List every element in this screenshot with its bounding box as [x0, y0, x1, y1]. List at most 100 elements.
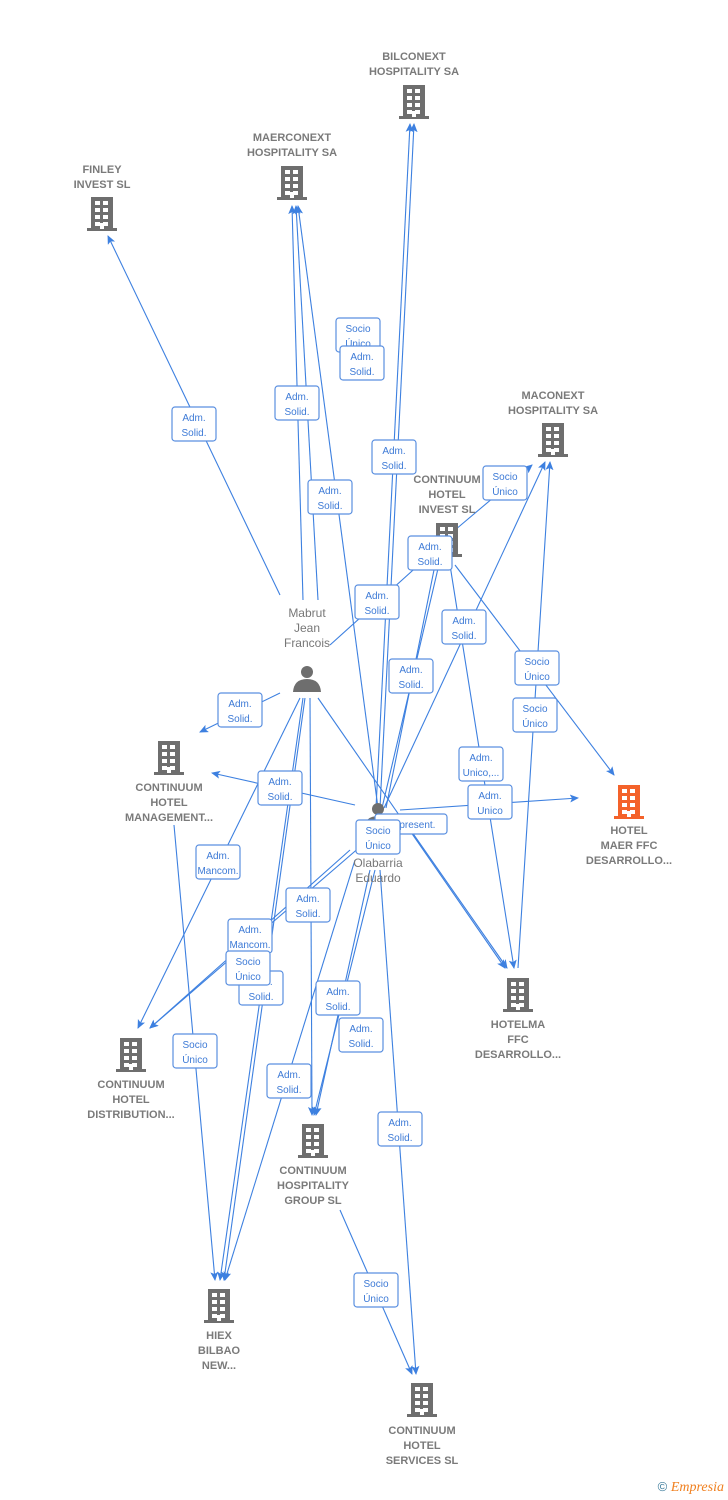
node-label: BILBAO [198, 1345, 241, 1357]
node-label: MAERCONEXT [253, 132, 332, 144]
edge-label[interactable]: Adm. Mancom. [227, 918, 273, 954]
node-label: MAER FFC [601, 840, 658, 852]
building-icon [298, 1124, 328, 1158]
edge-label-text: Solid. [181, 428, 206, 439]
edge-label-text: Adm. [452, 616, 475, 627]
edge-label[interactable]: Adm. Solid. [377, 1111, 423, 1147]
edge-label-text: Adm. [318, 486, 341, 497]
edge-label-text: Único [522, 717, 548, 730]
node-maerconext[interactable]: MAERCONEXT HOSPITALITY SA [247, 132, 337, 200]
edge-label-text: Adm. [350, 352, 373, 363]
edge-label[interactable]: Adm. Solid. [285, 887, 331, 923]
edge-label[interactable]: Socio Único [514, 650, 560, 686]
node-label: HOTEL [428, 489, 466, 501]
node-label: INVEST SL [74, 179, 131, 191]
edge-label-text: Solid. [398, 680, 423, 691]
edge-label-text: Único [492, 485, 518, 498]
edge-label[interactable]: Adm. Solid. [307, 479, 353, 515]
edge-label-text: Único [235, 970, 261, 983]
node-label: HOSPITALITY SA [369, 66, 459, 78]
edge-label[interactable]: Adm. Solid. [338, 1017, 384, 1053]
edge-label-text: Solid. [387, 1133, 412, 1144]
node-mabrut[interactable]: MabrutJeanFrancois [284, 606, 330, 692]
edge-label[interactable]: Socio Único [353, 1272, 399, 1308]
node-label: FINLEY [82, 164, 122, 176]
edge-label-text: Solid. [348, 1039, 373, 1050]
edge-label-text: Adm. [326, 987, 349, 998]
node-label: Eduardo [355, 871, 401, 885]
edge-label-text: Único [363, 1292, 389, 1305]
edge-label-text: Socio [492, 472, 517, 483]
edge-label[interactable]: Adm. Mancom. [195, 844, 241, 880]
node-label: Olabarria [353, 856, 403, 870]
edge-label-text: Adm. [349, 1024, 372, 1035]
edge-label-text: Adm. [418, 542, 441, 553]
edge-label[interactable]: Adm. Solid. [266, 1063, 312, 1099]
node-cont_mgmt[interactable]: CONTINUUM HOTEL MANAGEMENT... [125, 741, 213, 824]
edge-label[interactable]: Socio Único [482, 465, 528, 501]
node-label: CONTINUUM [97, 1079, 164, 1091]
edge-label[interactable]: Adm. Solid. [171, 406, 217, 442]
edge-label[interactable]: Adm. Solid. [441, 609, 487, 645]
node-cont_dist[interactable]: CONTINUUM HOTEL DISTRIBUTION... [87, 1038, 175, 1121]
edge-label[interactable]: Adm. Solid. [257, 770, 303, 806]
edge-label-text: Solid. [451, 631, 476, 642]
edge-label-text: Solid. [417, 557, 442, 568]
node-maconext[interactable]: MACONEXT HOSPITALITY SA [508, 390, 598, 457]
edge-label[interactable]: Adm. Unico [467, 784, 513, 820]
node-label: HOTEL [403, 1440, 441, 1452]
node-finley[interactable]: FINLEY INVEST SL [74, 164, 131, 231]
edge-label-text: Solid. [349, 367, 374, 378]
edge-label-text: Adm. [182, 413, 205, 424]
edge-label-text: Socio [363, 1279, 388, 1290]
network-graph: BILCONEXT HOSPITALITY SA MAERCONEXT HOSPITA… [74, 51, 673, 1467]
edge-label-text: Adm. [399, 665, 422, 676]
edge-label[interactable]: Socio Único [225, 950, 271, 986]
edge-label-text: Adm. [478, 791, 501, 802]
edge-label-text: Adm. [388, 1118, 411, 1129]
edge-label[interactable]: Adm. Unico,... [458, 746, 504, 782]
node-label: Francois [284, 636, 330, 650]
edge-label-text: Socio [182, 1040, 207, 1051]
node-label: SERVICES SL [386, 1455, 459, 1467]
node-label: HOSPITALITY SA [247, 147, 337, 159]
node-hiex[interactable]: HIEX BILBAO NEW... [198, 1289, 241, 1372]
node-hotelma[interactable]: HOTELMA FFC DESARROLLO... [475, 978, 561, 1061]
edge-label[interactable]: Socio Único [512, 697, 558, 733]
node-label: DISTRIBUTION... [87, 1109, 174, 1121]
edge-label[interactable]: Adm. Solid. [371, 439, 417, 475]
edge-label[interactable]: Adm. Solid. [274, 385, 320, 421]
edge-label-text: Adm. [228, 699, 251, 710]
edge-label[interactable]: Socio Único [172, 1033, 218, 1069]
edge-label-text: Socio [522, 704, 547, 715]
edge-label-text: Unico,... [463, 768, 500, 779]
edge-label[interactable]: Adm. Solid. [407, 535, 453, 571]
node-label: Jean [294, 621, 320, 635]
node-label: CONTINUUM [279, 1165, 346, 1177]
node-label: DESARROLLO... [586, 855, 672, 867]
edge-label[interactable]: Adm. Solid. [354, 584, 400, 620]
node-bilconext[interactable]: BILCONEXT HOSPITALITY SA [369, 51, 459, 119]
edge-label-text: Socio [345, 324, 370, 335]
edge-label-text: Solid. [248, 992, 273, 1003]
node-label: HOTEL [150, 797, 188, 809]
node-cont_group[interactable]: CONTINUUM HOSPITALITY GROUP SL [277, 1124, 350, 1207]
edge-label[interactable]: Socio Único [355, 819, 401, 855]
empresia-logo[interactable]: © Empresia [658, 1479, 724, 1496]
edge-label-text: Solid. [284, 407, 309, 418]
edge-label-text: Mancom. [229, 940, 270, 951]
edge-label[interactable]: Adm. Solid. [339, 345, 385, 381]
node-label: MACONEXT [522, 390, 585, 402]
edge-label-text: Solid. [295, 909, 320, 920]
node-label: CONTINUUM [388, 1425, 455, 1437]
node-label: HOSPITALITY SA [508, 405, 598, 417]
edge-label[interactable]: Adm. Solid. [217, 692, 263, 728]
node-label: GROUP SL [284, 1195, 342, 1207]
building-icon [503, 978, 533, 1012]
node-hotel_maer[interactable]: HOTEL MAER FFC DESARROLLO... [586, 785, 672, 867]
edge-label-text: Único [365, 839, 391, 852]
edge-label[interactable]: Adm. Solid. [388, 658, 434, 694]
node-cont_services[interactable]: CONTINUUM HOTEL SERVICES SL [386, 1383, 459, 1467]
edge-label[interactable]: Adm. Solid. [315, 980, 361, 1016]
edge-label-text: Adm. [238, 925, 261, 936]
